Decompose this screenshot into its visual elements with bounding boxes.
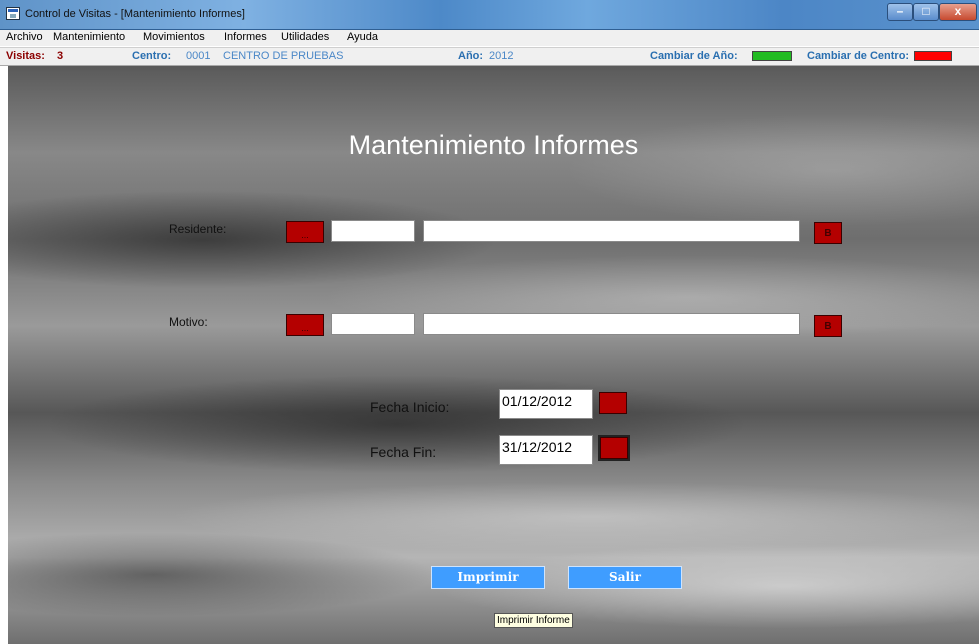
menu-bar: Archivo Mantenimiento Movimientos Inform… <box>0 30 979 46</box>
motivo-lookup-button[interactable]: ... <box>286 314 324 336</box>
minimize-button[interactable]: – <box>887 3 913 21</box>
residente-code-input[interactable] <box>331 220 415 242</box>
motivo-search-button[interactable]: B <box>814 315 842 337</box>
fecha-fin-input[interactable]: 31/12/2012 <box>499 435 593 465</box>
imprimir-tooltip: Imprimir Informe <box>494 613 573 628</box>
cambiar-anio-swatch[interactable] <box>752 51 792 61</box>
menu-archivo[interactable]: Archivo <box>6 31 43 43</box>
menu-movimientos[interactable]: Movimientos <box>143 31 205 43</box>
anio-label: Año: <box>458 50 484 62</box>
residente-name-input[interactable] <box>423 220 800 242</box>
title-bar: Control de Visitas - [Mantenimiento Info… <box>0 0 979 30</box>
cambiar-centro-label: Cambiar de Centro: <box>807 50 910 62</box>
close-button[interactable]: x <box>939 3 977 21</box>
cambiar-centro-swatch[interactable] <box>914 51 952 61</box>
residente-label: Residente: <box>169 222 227 236</box>
motivo-label: Motivo: <box>169 315 208 329</box>
visitas-value: 3 <box>57 50 64 62</box>
page-title: Mantenimiento Informes <box>348 130 639 160</box>
fecha-inicio-input[interactable]: 01/12/2012 <box>499 389 593 419</box>
maximize-button[interactable]: □ <box>913 3 939 21</box>
fecha-inicio-label: Fecha Inicio: <box>370 399 450 415</box>
motivo-name-input[interactable] <box>423 313 800 335</box>
visitas-label: Visitas: <box>6 50 45 62</box>
fecha-fin-calendar-button[interactable] <box>598 435 630 461</box>
anio-value: 2012 <box>489 50 514 62</box>
menu-informes[interactable]: Informes <box>224 31 267 43</box>
imprimir-button[interactable]: Imprimir <box>431 566 545 589</box>
fecha-inicio-calendar-button[interactable] <box>599 392 627 414</box>
main-panel: Mantenimiento Informes Residente: ... B … <box>8 66 979 644</box>
menu-utilidades[interactable]: Utilidades <box>281 31 329 43</box>
residente-search-button[interactable]: B <box>814 222 842 244</box>
residente-lookup-button[interactable]: ... <box>286 221 324 243</box>
menu-mantenimiento[interactable]: Mantenimiento <box>53 31 125 43</box>
fecha-fin-label: Fecha Fin: <box>370 444 437 460</box>
salir-button[interactable]: Salir <box>568 566 682 589</box>
centro-code: 0001 <box>186 50 211 62</box>
window-title: Control de Visitas - [Mantenimiento Info… <box>25 8 245 20</box>
motivo-code-input[interactable] <box>331 313 415 335</box>
menu-ayuda[interactable]: Ayuda <box>347 31 378 43</box>
centro-name: CENTRO DE PRUEBAS <box>223 50 344 62</box>
centro-label: Centro: <box>132 50 172 62</box>
cambiar-anio-label: Cambiar de Año: <box>650 50 738 62</box>
app-icon <box>6 7 20 20</box>
status-bar: Visitas: 3 Centro: 0001 CENTRO DE PRUEBA… <box>0 47 979 66</box>
